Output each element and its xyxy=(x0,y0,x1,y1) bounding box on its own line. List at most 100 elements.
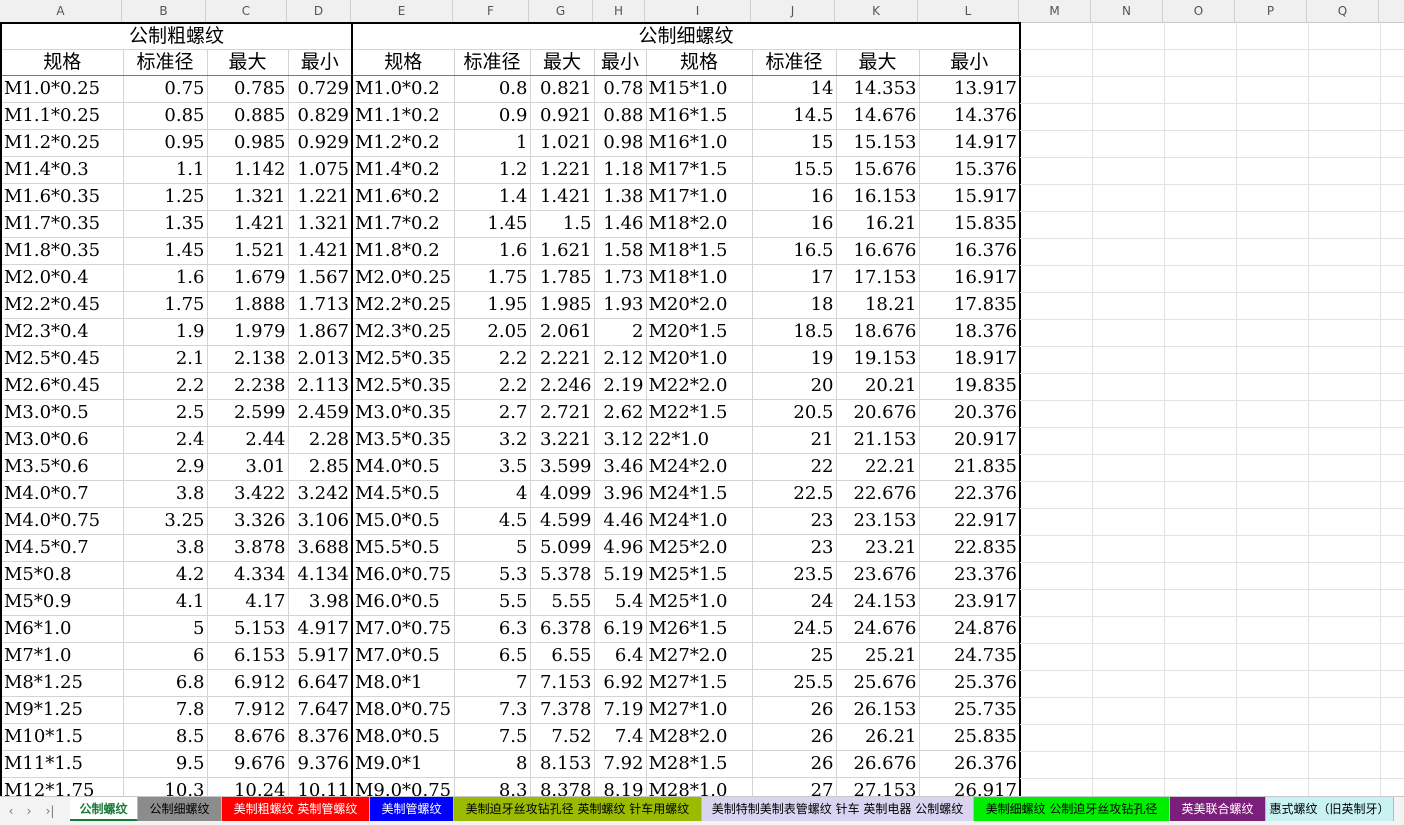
fine-value-cell[interactable]: 5.55 xyxy=(529,588,595,616)
coarse-value-cell[interactable]: 2.113 xyxy=(287,372,353,400)
coarse-value-cell[interactable]: 3.98 xyxy=(287,588,353,616)
fine-value-cell[interactable]: 6.92 xyxy=(593,669,647,697)
fine-spec-cell[interactable]: M8.0*0.75 xyxy=(351,696,455,724)
fine-value-cell[interactable]: 14.5 xyxy=(751,102,837,130)
coarse-value-cell[interactable]: 1.567 xyxy=(287,264,353,292)
fine-value-cell[interactable]: 3.12 xyxy=(593,426,647,454)
fine-spec-cell[interactable]: M2.0*0.25 xyxy=(351,264,455,292)
column-header-g[interactable]: G xyxy=(529,0,593,22)
fine-value-cell[interactable]: 22 xyxy=(751,453,837,481)
fine-value-cell[interactable]: 14.353 xyxy=(835,75,920,103)
fine-value-cell[interactable]: 18.21 xyxy=(835,291,920,319)
fine-value-cell[interactable]: 0.921 xyxy=(529,102,595,130)
fine-value-cell[interactable]: 1.75 xyxy=(453,264,531,292)
column-header-j[interactable]: J xyxy=(751,0,835,22)
fine-value-cell[interactable]: 4.599 xyxy=(529,507,595,535)
coarse-value-cell[interactable]: 2.599 xyxy=(206,399,289,427)
fine-value-cell[interactable]: 15.676 xyxy=(835,156,920,184)
prev-sheet-icon[interactable]: ‹ xyxy=(4,802,18,820)
coarse-value-cell[interactable]: 3.01 xyxy=(206,453,289,481)
fine-value-cell[interactable]: 25.376 xyxy=(918,669,1021,697)
fine-value-cell[interactable]: 1.95 xyxy=(453,291,531,319)
fine-value-cell[interactable]: 27 xyxy=(751,777,837,796)
coarse-value-cell[interactable]: 2.4 xyxy=(122,426,208,454)
coarse-value-cell[interactable]: 2.138 xyxy=(206,345,289,373)
fine-value-cell[interactable]: 1.18 xyxy=(593,156,647,184)
fine-value-cell[interactable]: 26.917 xyxy=(918,777,1021,796)
fine-spec-cell[interactable]: M18*2.0 xyxy=(645,210,753,238)
coarse-value-cell[interactable]: 0.95 xyxy=(122,129,208,157)
fine-value-cell[interactable]: 7.378 xyxy=(529,696,595,724)
fine-spec-cell[interactable]: M26*1.5 xyxy=(645,615,753,643)
coarse-value-cell[interactable]: 3.422 xyxy=(206,480,289,508)
sheet-tab[interactable]: 美制粗螺纹 英制管螺纹 xyxy=(222,797,370,821)
fine-value-cell[interactable]: 19 xyxy=(751,345,837,373)
coarse-spec-cell[interactable]: M3.0*0.5 xyxy=(0,399,124,427)
coarse-value-cell[interactable]: 2.2 xyxy=(122,372,208,400)
fine-spec-cell[interactable]: M1.2*0.2 xyxy=(351,129,455,157)
fine-value-cell[interactable]: 4.5 xyxy=(453,507,531,535)
coarse-header-cell[interactable]: 最大 xyxy=(206,49,289,76)
column-header-i[interactable]: I xyxy=(645,0,751,22)
fine-spec-cell[interactable]: M7.0*0.5 xyxy=(351,642,455,670)
fine-value-cell[interactable]: 25.21 xyxy=(835,642,920,670)
fine-value-cell[interactable]: 23 xyxy=(751,534,837,562)
fine-value-cell[interactable]: 24.876 xyxy=(918,615,1021,643)
fine-value-cell[interactable]: 22.835 xyxy=(918,534,1021,562)
fine-value-cell[interactable]: 26 xyxy=(751,723,837,751)
fine-value-cell[interactable]: 8.153 xyxy=(529,750,595,778)
fine-value-cell[interactable]: 26.153 xyxy=(835,696,920,724)
fine-value-cell[interactable]: 1.46 xyxy=(593,210,647,238)
fine-value-cell[interactable]: 3.221 xyxy=(529,426,595,454)
fine-value-cell[interactable]: 23.376 xyxy=(918,561,1021,589)
coarse-value-cell[interactable]: 1.221 xyxy=(287,183,353,211)
fine-value-cell[interactable]: 4.96 xyxy=(593,534,647,562)
fine-value-cell[interactable]: 7.52 xyxy=(529,723,595,751)
fine-value-cell[interactable]: 3.96 xyxy=(593,480,647,508)
fine-spec-cell[interactable]: M22*1.5 xyxy=(645,399,753,427)
coarse-spec-cell[interactable]: M2.5*0.45 xyxy=(0,345,124,373)
coarse-spec-cell[interactable]: M3.0*0.6 xyxy=(0,426,124,454)
fine-header-cell[interactable]: 规格 xyxy=(351,49,455,76)
fine-value-cell[interactable]: 7.5 xyxy=(453,723,531,751)
coarse-value-cell[interactable]: 10.3 xyxy=(122,777,208,796)
fine-value-cell[interactable]: 5.099 xyxy=(529,534,595,562)
coarse-value-cell[interactable]: 1.75 xyxy=(122,291,208,319)
fine-value-cell[interactable]: 0.9 xyxy=(453,102,531,130)
coarse-value-cell[interactable]: 5.153 xyxy=(206,615,289,643)
fine-value-cell[interactable]: 1.5 xyxy=(529,210,595,238)
fine-value-cell[interactable]: 23.21 xyxy=(835,534,920,562)
fine-spec-cell[interactable]: M28*2.0 xyxy=(645,723,753,751)
fine-value-cell[interactable]: 21.835 xyxy=(918,453,1021,481)
coarse-spec-cell[interactable]: M2.2*0.45 xyxy=(0,291,124,319)
fine-value-cell[interactable]: 5.378 xyxy=(529,561,595,589)
column-header-l[interactable]: L xyxy=(918,0,1019,22)
fine-header-cell[interactable]: 最大 xyxy=(529,49,595,76)
fine-value-cell[interactable]: 27.153 xyxy=(835,777,920,796)
last-sheet-icon[interactable]: ›| xyxy=(40,802,60,820)
fine-spec-cell[interactable]: M16*1.0 xyxy=(645,129,753,157)
fine-value-cell[interactable]: 7.3 xyxy=(453,696,531,724)
fine-spec-cell[interactable]: M6.0*0.75 xyxy=(351,561,455,589)
fine-value-cell[interactable]: 2.221 xyxy=(529,345,595,373)
fine-value-cell[interactable]: 4.46 xyxy=(593,507,647,535)
fine-spec-cell[interactable]: M24*1.0 xyxy=(645,507,753,535)
sheet-tab[interactable]: 英美联合螺纹 xyxy=(1170,797,1266,821)
fine-spec-cell[interactable]: M22*2.0 xyxy=(645,372,753,400)
fine-spec-cell[interactable]: M28*1.5 xyxy=(645,750,753,778)
fine-spec-cell[interactable]: M25*1.5 xyxy=(645,561,753,589)
fine-value-cell[interactable]: 6.3 xyxy=(453,615,531,643)
fine-value-cell[interactable]: 6.378 xyxy=(529,615,595,643)
fine-spec-cell[interactable]: M25*1.0 xyxy=(645,588,753,616)
fine-value-cell[interactable]: 7 xyxy=(453,669,531,697)
coarse-value-cell[interactable]: 1.979 xyxy=(206,318,289,346)
fine-spec-cell[interactable]: M27*2.0 xyxy=(645,642,753,670)
fine-value-cell[interactable]: 18.676 xyxy=(835,318,920,346)
coarse-value-cell[interactable]: 0.729 xyxy=(287,75,353,103)
coarse-value-cell[interactable]: 1.321 xyxy=(206,183,289,211)
fine-spec-cell[interactable]: M5.5*0.5 xyxy=(351,534,455,562)
fine-value-cell[interactable]: 1.621 xyxy=(529,237,595,265)
fine-value-cell[interactable]: 7.153 xyxy=(529,669,595,697)
coarse-value-cell[interactable]: 3.878 xyxy=(206,534,289,562)
coarse-value-cell[interactable]: 2.44 xyxy=(206,426,289,454)
